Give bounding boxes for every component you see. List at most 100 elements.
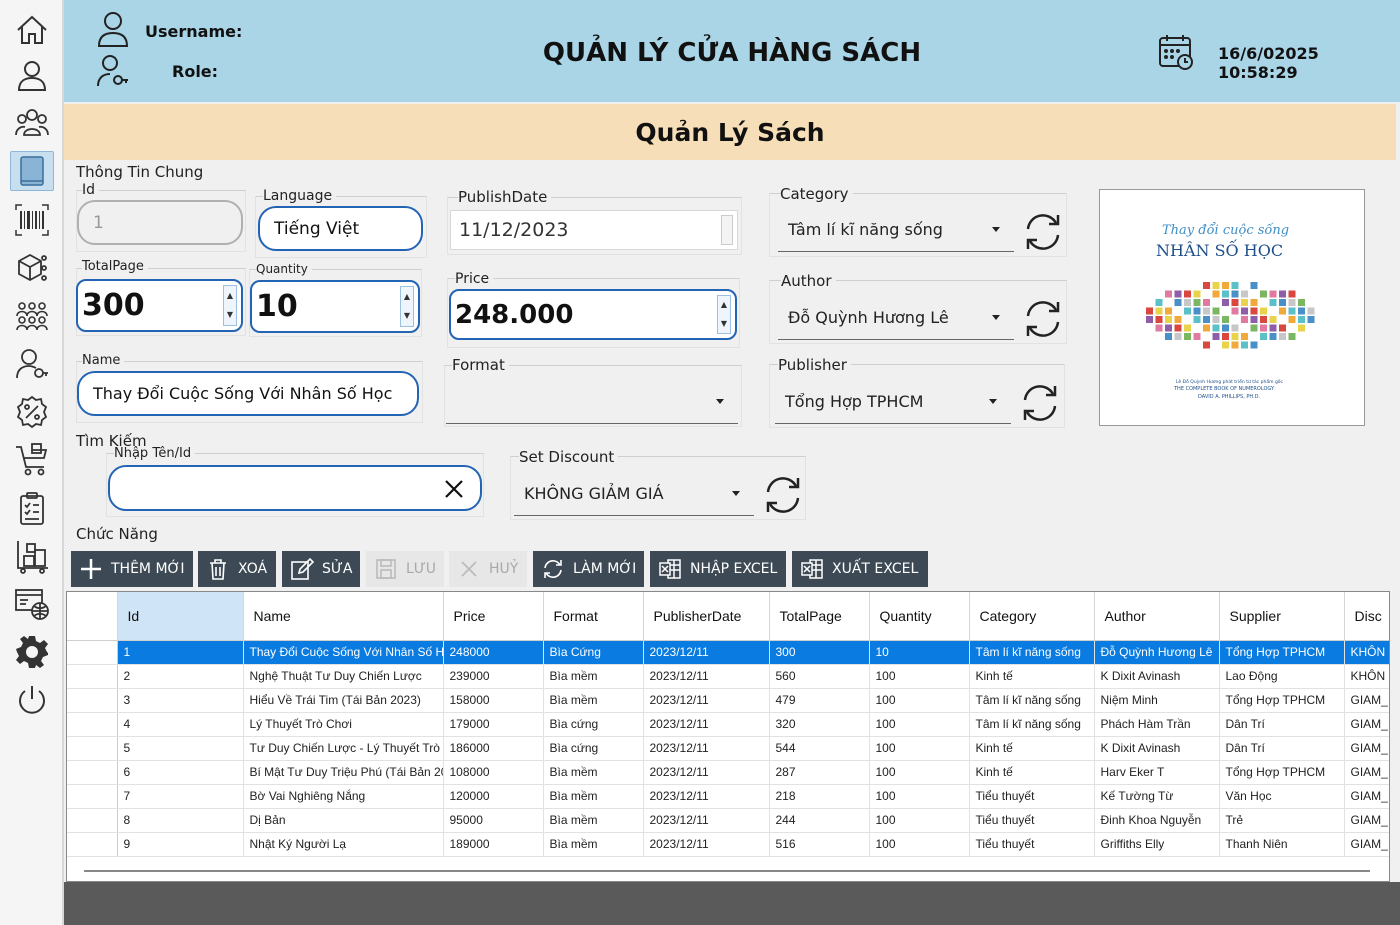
customers-icon[interactable] xyxy=(10,103,54,143)
table-row[interactable]: 4 Lý Thuyết Trò Chơi 179000 Bìa cứng 2023/12… xyxy=(67,712,1389,737)
user-role-icon[interactable] xyxy=(10,344,54,384)
column-header-author[interactable]: Author xyxy=(1094,592,1220,641)
table-cell: Dân Trí xyxy=(1219,712,1345,737)
export-excel-button[interactable]: XUẤT EXCEL xyxy=(792,551,928,587)
web-report-icon[interactable] xyxy=(10,584,54,624)
decrement-icon[interactable]: ▼ xyxy=(718,315,730,334)
discount-icon[interactable] xyxy=(10,392,54,432)
table-row[interactable]: 6 Bí Mật Tư Duy Triệu Phú (Tái Bản 20... 1… xyxy=(67,760,1389,785)
import-excel-button[interactable]: NHẬP EXCEL xyxy=(650,551,786,587)
add-button[interactable]: THÊM MỚI xyxy=(71,551,193,587)
column-header-supplier[interactable]: Supplier xyxy=(1219,592,1345,641)
language-label: Language xyxy=(263,188,337,204)
table-cell: 479 xyxy=(769,688,870,713)
increment-icon[interactable]: ▲ xyxy=(401,287,413,307)
staff-icon[interactable] xyxy=(10,296,54,336)
row-header[interactable] xyxy=(67,832,118,857)
date-dropdown-button[interactable] xyxy=(721,215,733,245)
column-header-disc[interactable]: Disc xyxy=(1344,592,1389,641)
books-table[interactable]: Id Name Price Format PublisherDate TotalPage Q… xyxy=(66,591,1390,882)
row-header[interactable] xyxy=(67,688,118,713)
price-stepper[interactable]: 248.000 ▲ ▼ xyxy=(449,289,737,340)
cover-mosaic-tile xyxy=(1203,324,1210,332)
row-header[interactable] xyxy=(67,784,118,809)
row-header[interactable]: ▸ xyxy=(67,640,118,665)
discount-refresh-icon[interactable] xyxy=(760,472,806,518)
language-field[interactable]: Tiếng Việt xyxy=(258,206,423,251)
decrement-icon[interactable]: ▼ xyxy=(401,307,413,327)
column-header-format[interactable]: Format xyxy=(543,592,644,641)
book-cover-image[interactable]: Thay đổi cuộc sống NHÂN SỐ HỌC Lê Đỗ Quỳ… xyxy=(1099,189,1365,426)
table-row[interactable]: 2 Nghệ Thuật Tư Duy Chiến Lược 239000 Bìa m… xyxy=(67,664,1389,689)
footer-bar xyxy=(64,882,1400,925)
cover-mosaic-tile xyxy=(1231,333,1239,340)
name-field[interactable]: Thay Đổi Cuộc Sống Với Nhân Số Học xyxy=(77,371,419,416)
column-header-name[interactable]: Name xyxy=(243,592,444,641)
page-title: Quản Lý Sách xyxy=(635,118,825,147)
column-header-price[interactable]: Price xyxy=(443,592,544,641)
table-cell: 8 xyxy=(117,808,244,833)
decrement-icon[interactable]: ▼ xyxy=(224,306,236,326)
table-row[interactable]: 7 Bờ Vai Nghiêng Nắng 120000 Bìa mềm 2023/12… xyxy=(67,784,1389,809)
increment-icon[interactable]: ▲ xyxy=(224,286,236,306)
table-row[interactable]: 5 Tư Duy Chiến Lược - Lý Thuyết Trò C... 1… xyxy=(67,736,1389,761)
author-select[interactable]: Đỗ Quỳnh Hương Lê xyxy=(778,296,1014,340)
column-header-category[interactable]: Category xyxy=(969,592,1095,641)
row-header[interactable] xyxy=(67,736,118,761)
column-header-quantity[interactable]: Quantity xyxy=(869,592,970,641)
row-header[interactable] xyxy=(67,712,118,737)
warehouse-icon[interactable] xyxy=(10,536,54,576)
cover-mosaic-tile xyxy=(1146,316,1153,323)
cover-mosaic-tile xyxy=(1260,324,1267,332)
column-header-totalpage[interactable]: TotalPage xyxy=(769,592,870,641)
category-refresh-icon[interactable] xyxy=(1020,209,1066,255)
search-input[interactable] xyxy=(108,465,482,511)
column-header-publisherdate[interactable]: PublisherDate xyxy=(643,592,770,641)
category-value: Tâm lí kĩ năng sống xyxy=(788,220,943,239)
table-row[interactable]: 8 Dị Bản 95000 Bìa mềm 2023/12/11 244 100 Tiểu … xyxy=(67,808,1389,833)
format-select[interactable] xyxy=(446,380,738,424)
product-icon[interactable] xyxy=(10,248,54,288)
table-row[interactable]: ▸ 1 Thay Đổi Cuộc Sống Với Nhân Số Học 2480… xyxy=(67,640,1389,665)
delete-button[interactable]: XOÁ xyxy=(198,551,276,587)
increment-icon[interactable]: ▲ xyxy=(718,296,730,315)
refresh-button[interactable]: LÀM MỚI xyxy=(533,551,644,587)
edit-button[interactable]: SỬA xyxy=(282,551,360,587)
clear-search-icon[interactable] xyxy=(444,479,464,499)
user-icon[interactable] xyxy=(10,55,54,95)
publishdate-picker[interactable]: 11/12/2023 xyxy=(450,210,738,250)
cancel-button-label: HUỶ xyxy=(489,561,519,577)
row-header[interactable] xyxy=(67,664,118,689)
quantity-stepper[interactable]: 10 ▲ ▼ xyxy=(250,280,420,333)
category-select[interactable]: Tâm lí kĩ năng sống xyxy=(778,208,1014,252)
table-cell: Thanh Niên xyxy=(1219,832,1345,857)
clipboard-icon[interactable] xyxy=(10,488,54,528)
discount-select[interactable]: KHÔNG GIẢM GIÁ xyxy=(514,472,754,516)
chevron-down-icon xyxy=(732,490,740,496)
row-header[interactable] xyxy=(67,808,118,833)
functions-section-label: Chức Năng xyxy=(76,525,158,543)
home-icon[interactable] xyxy=(10,10,54,50)
author-refresh-icon[interactable] xyxy=(1020,296,1066,342)
id-field[interactable]: 1 xyxy=(77,200,243,245)
book-icon[interactable] xyxy=(10,151,54,191)
cart-icon[interactable] xyxy=(10,440,54,480)
power-icon[interactable] xyxy=(10,680,54,720)
table-cell: Văn Học xyxy=(1219,784,1345,809)
table-cell: 100 xyxy=(869,688,970,713)
publisher-refresh-icon[interactable] xyxy=(1017,380,1063,426)
horizontal-scrollbar[interactable] xyxy=(84,870,1370,872)
totalpage-stepper[interactable]: 300 ▲ ▼ xyxy=(76,279,243,332)
cancel-button[interactable]: HUỶ xyxy=(449,551,527,587)
save-button[interactable]: LƯU xyxy=(366,551,444,587)
barcode-icon[interactable] xyxy=(10,200,54,240)
edit-button-label: SỬA xyxy=(322,561,353,577)
row-header[interactable] xyxy=(67,760,118,785)
table-cell: 9 xyxy=(117,832,244,857)
column-header-id[interactable]: Id xyxy=(117,592,244,641)
settings-gear-icon[interactable] xyxy=(10,632,54,672)
publisher-select[interactable]: Tổng Hợp TPHCM xyxy=(775,380,1011,424)
table-cell: 100 xyxy=(869,784,970,809)
table-row[interactable]: 9 Nhật Ký Người Lạ 189000 Bìa mềm 2023/12/11… xyxy=(67,832,1389,857)
table-row[interactable]: 3 Hiểu Về Trái Tim (Tái Bản 2023) 158000 Bì… xyxy=(67,688,1389,713)
